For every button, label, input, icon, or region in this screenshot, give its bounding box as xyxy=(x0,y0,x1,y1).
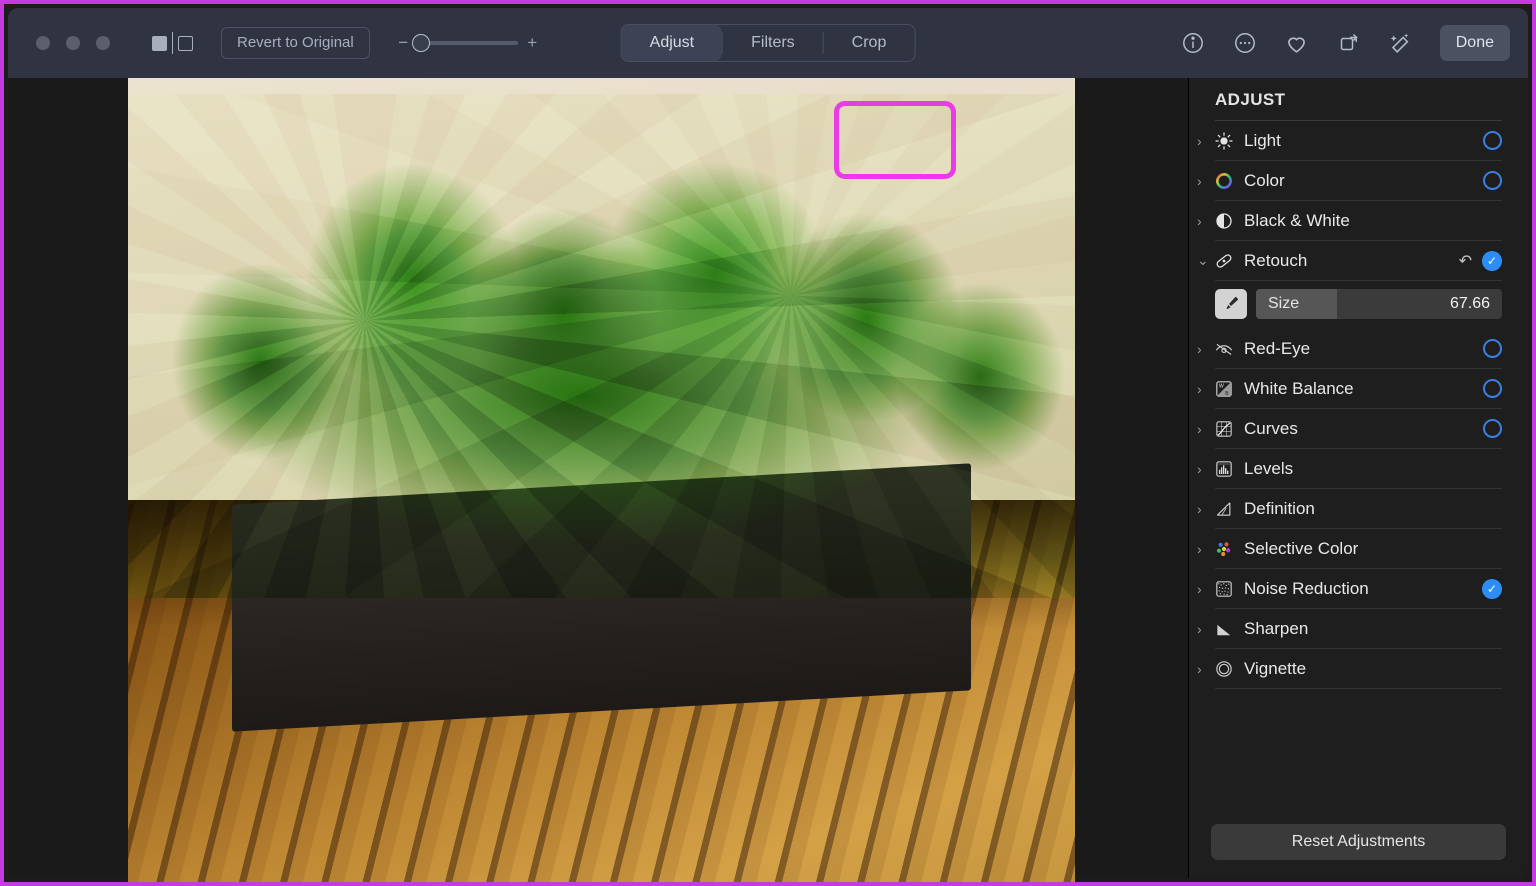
retouch-toggle[interactable]: ✓ xyxy=(1482,250,1502,271)
chevron-right-icon[interactable]: › xyxy=(1197,381,1213,397)
chevron-right-icon[interactable]: › xyxy=(1197,501,1213,517)
vignette-icon xyxy=(1213,658,1235,680)
sidebar-item-definition[interactable]: › Definition xyxy=(1197,489,1502,529)
bandage-icon xyxy=(1213,250,1235,272)
window-traffic-lights xyxy=(36,36,110,50)
white-balance-icon: W B xyxy=(1213,378,1235,400)
toolbar-right-tools: Done xyxy=(1180,25,1510,61)
sidebar-item-label: Retouch xyxy=(1244,250,1308,270)
annotation-highlight-rectangle xyxy=(834,101,956,179)
chevron-down-icon[interactable]: ⌄ xyxy=(1197,252,1213,269)
sidebar-item-vignette[interactable]: › Vignette xyxy=(1197,649,1502,689)
zoom-out-icon[interactable]: − xyxy=(398,33,409,53)
sidebar-item-label: Curves xyxy=(1244,418,1298,438)
curves-icon xyxy=(1213,418,1235,440)
levels-icon xyxy=(1213,458,1235,480)
sidebar-item-label: Light xyxy=(1244,130,1281,150)
toolbar: Revert to Original − + Adjust Filters Cr… xyxy=(8,8,1528,78)
sidebar-item-label: Levels xyxy=(1244,458,1294,478)
sidebar-item-label: Sharpen xyxy=(1244,618,1309,638)
auto-enhance-icon[interactable] xyxy=(1388,30,1414,56)
selective-color-icon xyxy=(1213,538,1235,560)
retouch-controls: Size 67.66 xyxy=(1215,289,1502,319)
done-button[interactable]: Done xyxy=(1439,25,1510,61)
chevron-right-icon[interactable]: › xyxy=(1197,581,1213,597)
color-wheel-icon xyxy=(1213,170,1235,192)
split-divider-icon xyxy=(172,32,173,54)
chevron-right-icon[interactable]: › xyxy=(1197,133,1213,149)
info-icon[interactable] xyxy=(1180,30,1206,56)
split-right-pane-icon xyxy=(178,35,193,51)
sidebar-item-levels[interactable]: › Levels xyxy=(1197,449,1502,489)
app-window: Revert to Original − + Adjust Filters Cr… xyxy=(0,0,1536,886)
sidebar-item-sharpen[interactable]: › Sharpen xyxy=(1197,609,1502,649)
photo-image[interactable] xyxy=(128,78,1075,882)
sidebar-item-label: Vignette xyxy=(1244,658,1307,678)
sidebar-item-label: Color xyxy=(1244,170,1285,190)
rotate-icon[interactable] xyxy=(1336,30,1362,56)
close-button[interactable] xyxy=(36,36,50,50)
red-eye-toggle[interactable] xyxy=(1483,339,1502,358)
brush-icon[interactable] xyxy=(1215,289,1247,319)
definition-icon xyxy=(1213,498,1235,520)
more-options-icon[interactable] xyxy=(1232,30,1258,56)
chevron-right-icon[interactable]: › xyxy=(1197,341,1213,357)
sidebar-item-label: Selective Color xyxy=(1244,538,1359,558)
sidebar-item-color[interactable]: › Color xyxy=(1197,161,1502,201)
photo-canvas xyxy=(8,78,1192,882)
minimize-button[interactable] xyxy=(66,36,80,50)
retouch-size-slider[interactable]: Size 67.66 xyxy=(1256,289,1502,319)
sidebar-item-noise-reduction[interactable]: › Noise Reduction ✓ xyxy=(1197,569,1502,609)
size-slider-value: 67.66 xyxy=(1449,295,1490,312)
favorite-heart-icon[interactable] xyxy=(1284,30,1310,56)
chevron-right-icon[interactable]: › xyxy=(1197,621,1213,637)
sidebar-item-light[interactable]: › Light xyxy=(1197,121,1502,161)
tab-crop[interactable]: Crop xyxy=(824,25,915,61)
sharpen-icon xyxy=(1213,618,1235,640)
sidebar-item-label: Definition xyxy=(1244,498,1315,518)
sidebar-title: ADJUST xyxy=(1215,90,1286,109)
sidebar-item-label: White Balance xyxy=(1244,378,1354,398)
chevron-right-icon[interactable]: › xyxy=(1197,173,1213,189)
chevron-right-icon[interactable]: › xyxy=(1197,461,1213,477)
chevron-right-icon[interactable]: › xyxy=(1197,661,1213,677)
sidebar-item-black-and-white[interactable]: › Black & White xyxy=(1197,201,1502,241)
noise-reduction-toggle[interactable]: ✓ xyxy=(1482,578,1502,599)
sun-icon xyxy=(1213,130,1235,152)
chevron-right-icon[interactable]: › xyxy=(1197,421,1213,437)
reset-adjustments-button[interactable]: Reset Adjustments xyxy=(1211,824,1506,860)
chevron-right-icon[interactable]: › xyxy=(1197,213,1213,229)
zoom-button[interactable] xyxy=(96,36,110,50)
size-slider-label: Size xyxy=(1268,295,1300,312)
curves-toggle[interactable] xyxy=(1483,419,1502,438)
sidebar-item-red-eye[interactable]: › Red-Eye xyxy=(1197,329,1502,369)
light-toggle[interactable] xyxy=(1483,131,1502,150)
chevron-right-icon[interactable]: › xyxy=(1197,541,1213,557)
sidebar-item-label: Noise Reduction xyxy=(1244,578,1369,598)
white-balance-toggle[interactable] xyxy=(1483,379,1502,398)
zoom-slider-track[interactable] xyxy=(411,34,518,52)
sidebar-item-white-balance[interactable]: › W B White Balance xyxy=(1197,369,1502,409)
sidebar-item-retouch[interactable]: ⌄ Retouch ↶ ✓ xyxy=(1197,241,1502,281)
zoom-slider-knob[interactable] xyxy=(411,34,430,52)
zoom-in-icon[interactable]: + xyxy=(527,33,538,53)
tab-adjust[interactable]: Adjust xyxy=(621,25,723,61)
adjust-sidebar: ADJUST › Light › Color › Black & White ⌄… xyxy=(1188,78,1528,878)
tab-filters[interactable]: Filters xyxy=(723,25,823,61)
eye-slash-icon xyxy=(1213,338,1235,360)
zoom-slider-group[interactable]: − + xyxy=(398,33,538,53)
retouch-revert-icon[interactable]: ↶ xyxy=(1459,251,1472,271)
sidebar-item-selective-color[interactable]: › Selective Color xyxy=(1197,529,1502,569)
noise-reduction-icon xyxy=(1213,578,1235,600)
sidebar-item-curves[interactable]: › Curves xyxy=(1197,409,1502,449)
split-view-icon[interactable] xyxy=(152,32,193,54)
color-toggle[interactable] xyxy=(1483,171,1502,190)
revert-to-original-button[interactable]: Revert to Original xyxy=(221,27,370,59)
sidebar-item-label: Black & White xyxy=(1244,210,1350,230)
half-circle-icon xyxy=(1213,210,1235,232)
svg-text:W: W xyxy=(1219,383,1224,389)
edit-mode-tabs: Adjust Filters Crop xyxy=(620,24,916,62)
sidebar-item-label: Red-Eye xyxy=(1244,338,1311,358)
split-left-pane-icon xyxy=(152,35,167,51)
